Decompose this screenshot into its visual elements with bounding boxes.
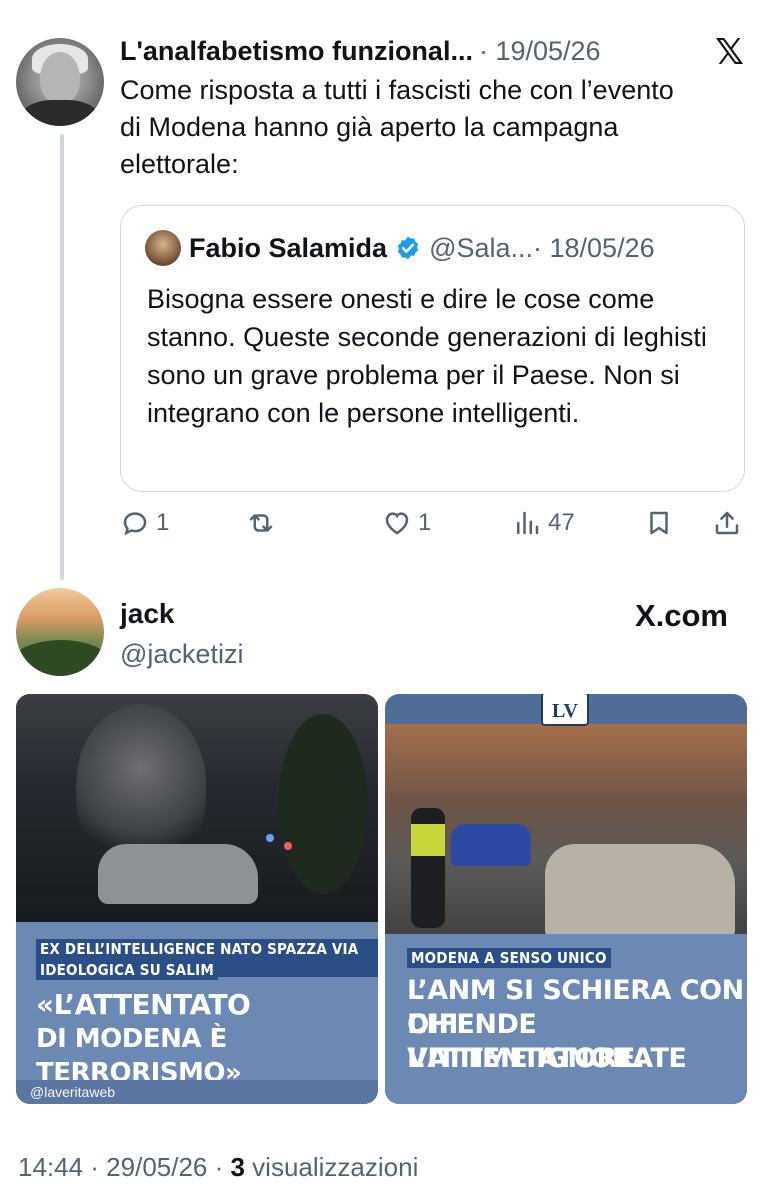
jack-avatar[interactable] bbox=[16, 588, 104, 676]
quoted-avatar bbox=[145, 230, 181, 266]
like-button[interactable]: 1 bbox=[382, 508, 431, 538]
image-headline-line-1: «L’ATTENTATO bbox=[36, 988, 251, 1021]
police-light bbox=[284, 842, 292, 850]
post-image-left[interactable]: EX DELL’INTELLIGENCE NATO SPAZZA VIA LA … bbox=[16, 694, 378, 1104]
avatar[interactable] bbox=[16, 38, 104, 126]
la-verita-logo: LV bbox=[541, 694, 589, 726]
tweet-author-name[interactable]: L'analfabetismo funzional... bbox=[120, 34, 473, 68]
image-overlay-face bbox=[76, 704, 206, 864]
bookmark-icon bbox=[650, 511, 668, 535]
image-headline-line-3: VITTIME IGNORATE bbox=[407, 1043, 687, 1074]
avatar-landscape bbox=[16, 640, 104, 676]
post-views-label: visualizzazioni bbox=[244, 1152, 419, 1182]
image-tag: MODENA A SENSO UNICO bbox=[407, 948, 611, 968]
image-police-car bbox=[451, 824, 531, 866]
retweet-button[interactable] bbox=[246, 508, 282, 538]
reply-count: 1 bbox=[156, 509, 170, 536]
image-officer-vest bbox=[411, 824, 445, 856]
post-image-right[interactable]: LV MODENA A SENSO UNICO L’ANM SI SCHIERA… bbox=[385, 694, 747, 1104]
image-crashed-car bbox=[545, 844, 735, 940]
post-timestamp: 14:44 · 29/05/26 · bbox=[18, 1152, 231, 1182]
police-light bbox=[266, 834, 274, 842]
share-button[interactable] bbox=[712, 508, 742, 538]
analytics-icon bbox=[517, 511, 539, 535]
tweet-action-bar: 1 1 47 bbox=[120, 508, 746, 548]
quoted-tweet-header: Fabio Salamida @Sala... · 18/05/26 bbox=[189, 231, 655, 265]
image-car bbox=[98, 844, 258, 904]
post-footer: 14:44 · 29/05/26 · 3 visualizzazioni bbox=[18, 1150, 418, 1184]
tweet-main: L'analfabetismo funzional... · 19/05/26 … bbox=[120, 34, 746, 183]
like-count: 1 bbox=[418, 509, 432, 536]
image-watermark: @laveritaweb bbox=[30, 1084, 116, 1100]
reply-button[interactable]: 1 bbox=[120, 508, 169, 538]
post-views-count: 3 bbox=[230, 1152, 245, 1182]
retweet-icon bbox=[249, 514, 273, 532]
reply-icon bbox=[123, 512, 147, 536]
quoted-tweet-card[interactable]: Fabio Salamida @Sala... · 18/05/26 Bisog… bbox=[120, 205, 745, 492]
image-tree bbox=[278, 714, 368, 894]
views-button[interactable]: 47 bbox=[512, 508, 575, 538]
quoted-tweet-text: Bisogna essere onesti e dire le cose com… bbox=[147, 284, 707, 428]
image-scene-crash bbox=[385, 724, 747, 954]
avatar-body bbox=[22, 100, 98, 126]
post-author-handle[interactable]: @jacketizi bbox=[120, 636, 243, 672]
x-logo-icon: 𝕏 bbox=[714, 32, 744, 73]
xcom-brand: X.com bbox=[634, 598, 728, 633]
verified-badge-icon bbox=[397, 236, 419, 260]
heart-icon bbox=[385, 512, 409, 535]
bookmark-button[interactable] bbox=[644, 508, 674, 538]
quoted-handle: @Sala... bbox=[429, 233, 534, 263]
tweet-date: · 19/05/26 bbox=[478, 36, 601, 66]
quoted-date: · 18/05/26 bbox=[533, 233, 655, 263]
image-tag-line-2: IDEOLOGICA SU SALIM bbox=[36, 960, 218, 980]
tweet-text: Come risposta a tutti i fascisti che con… bbox=[120, 75, 674, 179]
image-scene-street bbox=[16, 694, 378, 924]
post-header: jack @jacketizi bbox=[120, 596, 243, 672]
share-icon bbox=[715, 511, 739, 535]
thread-connector-line bbox=[60, 134, 64, 580]
avatar-face bbox=[40, 52, 80, 104]
views-count: 47 bbox=[548, 509, 575, 536]
tweet-header: L'analfabetismo funzional... · 19/05/26 bbox=[120, 34, 746, 68]
quoted-author-name: Fabio Salamida bbox=[189, 233, 388, 263]
post-author-name[interactable]: jack bbox=[120, 596, 243, 632]
